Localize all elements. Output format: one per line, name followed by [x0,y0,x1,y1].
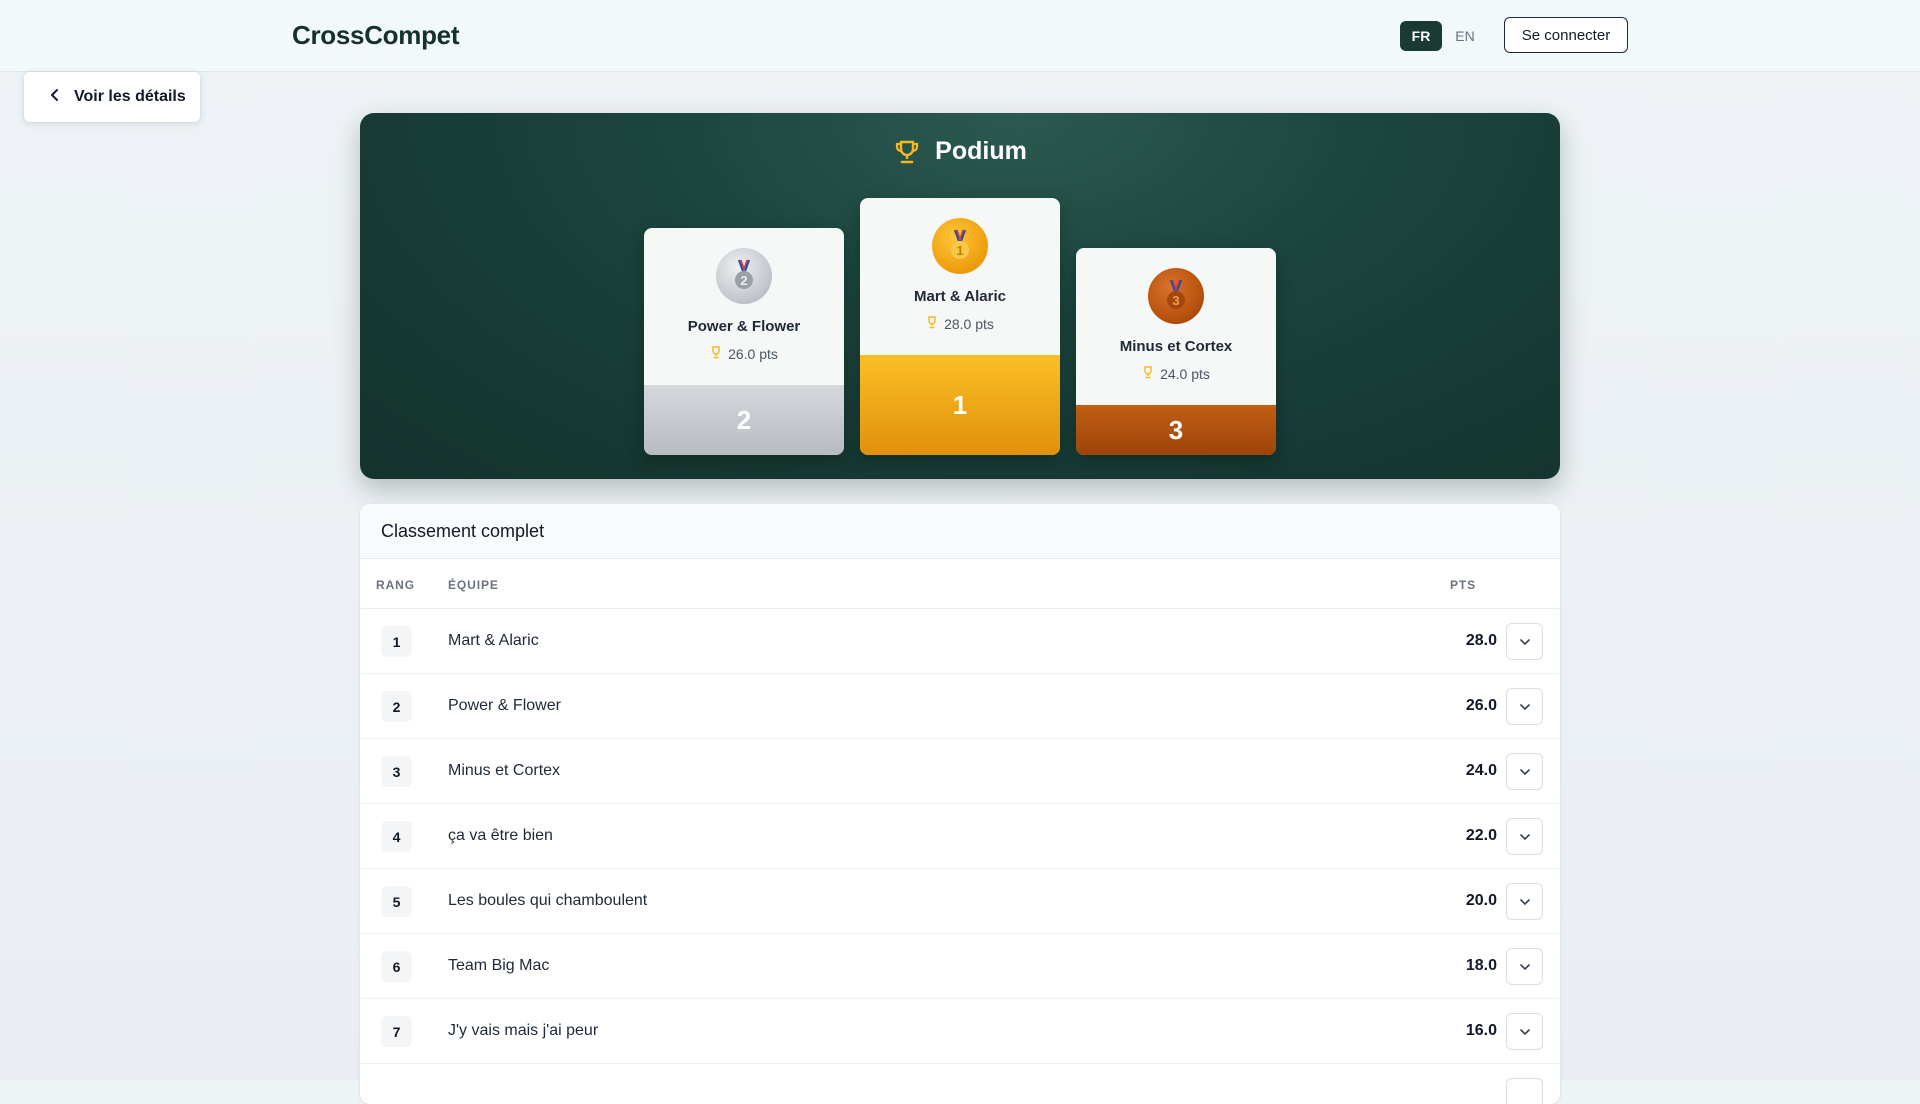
table-row[interactable] [360,1064,1560,1104]
podium-points-value: 28.0 pts [944,316,994,332]
top-navbar: CrossCompet FR EN Se connecter [0,0,1920,72]
podium-points-value: 26.0 pts [728,346,778,362]
silver-medal-icon: 2 [716,248,772,304]
expand-row-button[interactable] [1506,623,1543,660]
podium-place-number: 1 [860,355,1060,455]
trophy-icon [926,316,938,332]
podium-card-second: 2 Power & Flower 26.0 pts 2 [644,228,844,455]
full-ranking-table: Classement complet RANG ÉQUIPE PTS 1 Mar… [360,504,1560,1104]
medal-number: 1 [956,243,963,258]
table-row[interactable]: 7 J'y vais mais j'ai peur 16.0 [360,999,1560,1064]
table-row[interactable]: 1 Mart & Alaric 28.0 [360,609,1560,674]
podium-points: 24.0 pts [1076,366,1276,382]
view-details-button[interactable]: Voir les détails [24,72,200,122]
team-points: 28.0 [1465,632,1497,649]
chevron-down-icon [1519,638,1530,645]
rank-badge: 4 [381,821,412,852]
view-details-label: Voir les détails [74,88,186,105]
team-points: 26.0 [1465,697,1497,714]
podium-points-value: 24.0 pts [1160,366,1210,382]
podium-points: 26.0 pts [644,346,844,362]
medal-number: 2 [740,273,747,288]
team-points: 24.0 [1465,762,1497,779]
chevron-down-icon [1519,768,1530,775]
table-header: RANG ÉQUIPE PTS [360,559,1560,609]
bronze-medal-icon: 3 [1148,268,1204,324]
expand-row-button[interactable] [1506,818,1543,855]
expand-row-button[interactable] [1506,753,1543,790]
column-points: PTS [1449,578,1476,592]
expand-row-button[interactable] [1506,948,1543,985]
column-rank: RANG [376,578,415,592]
login-button[interactable]: Se connecter [1504,17,1628,53]
ranking-title: Classement complet [360,504,1560,559]
team-name: Les boules qui chamboulent [448,892,648,909]
table-row[interactable]: 3 Minus et Cortex 24.0 [360,739,1560,804]
table-row[interactable]: 6 Team Big Mac 18.0 [360,934,1560,999]
expand-row-button[interactable] [1506,1013,1543,1050]
chevron-down-icon [1519,963,1530,970]
chevron-down-icon [1519,833,1530,840]
lang-en-button[interactable]: EN [1448,21,1482,51]
expand-row-button[interactable] [1506,1078,1543,1104]
table-row[interactable]: 2 Power & Flower 26.0 [360,674,1560,739]
podium-card-first: 1 Mart & Alaric 28.0 pts 1 [860,198,1060,455]
podium-heading: Podium [360,137,1560,166]
team-name: Mart & Alaric [448,632,539,649]
chevron-down-icon [1519,1028,1530,1035]
rank-badge: 3 [381,756,412,787]
chevron-down-icon [1519,703,1530,710]
expand-row-button[interactable] [1506,883,1543,920]
podium-panel: Podium 2 Power & Flower 26.0 pts 2 1 Mar… [360,113,1560,479]
rank-badge: 2 [381,691,412,722]
podium-points: 28.0 pts [860,316,1060,332]
expand-row-button[interactable] [1506,688,1543,725]
trophy-icon [710,346,722,362]
podium-place-number: 2 [644,385,844,455]
team-name: Minus et Cortex [448,762,561,779]
trophy-icon [893,138,921,166]
podium-team-name: Power & Flower [687,318,801,335]
team-points: 20.0 [1465,892,1497,909]
team-name: Team Big Mac [448,957,550,974]
chevron-down-icon [1519,898,1530,905]
team-points: 16.0 [1465,1022,1497,1039]
medal-number: 3 [1172,293,1179,308]
team-points: 22.0 [1465,827,1497,844]
rank-badge: 6 [381,951,412,982]
podium-team-name: Minus et Cortex [1119,338,1233,355]
chevron-left-icon [50,88,60,107]
gold-medal-icon: 1 [932,218,988,274]
team-points: 18.0 [1465,957,1497,974]
podium-card-third: 3 Minus et Cortex 24.0 pts 3 [1076,248,1276,455]
lang-fr-button[interactable]: FR [1400,21,1442,51]
rank-badge: 7 [381,1016,412,1047]
podium-team-name: Mart & Alaric [914,288,1006,305]
podium-place-number: 3 [1076,405,1276,455]
brand-logo[interactable]: CrossCompet [292,20,459,51]
rank-badge: 5 [381,886,412,917]
table-row[interactable]: 5 Les boules qui chamboulent 20.0 [360,869,1560,934]
team-name: ça va être bien [448,827,553,844]
table-row[interactable]: 4 ça va être bien 22.0 [360,804,1560,869]
column-team: ÉQUIPE [448,578,499,592]
team-name: J'y vais mais j'ai peur [448,1022,599,1039]
podium-title: Podium [935,137,1027,165]
team-name: Power & Flower [448,697,561,714]
rank-badge: 1 [381,626,412,657]
trophy-icon [1142,366,1154,382]
